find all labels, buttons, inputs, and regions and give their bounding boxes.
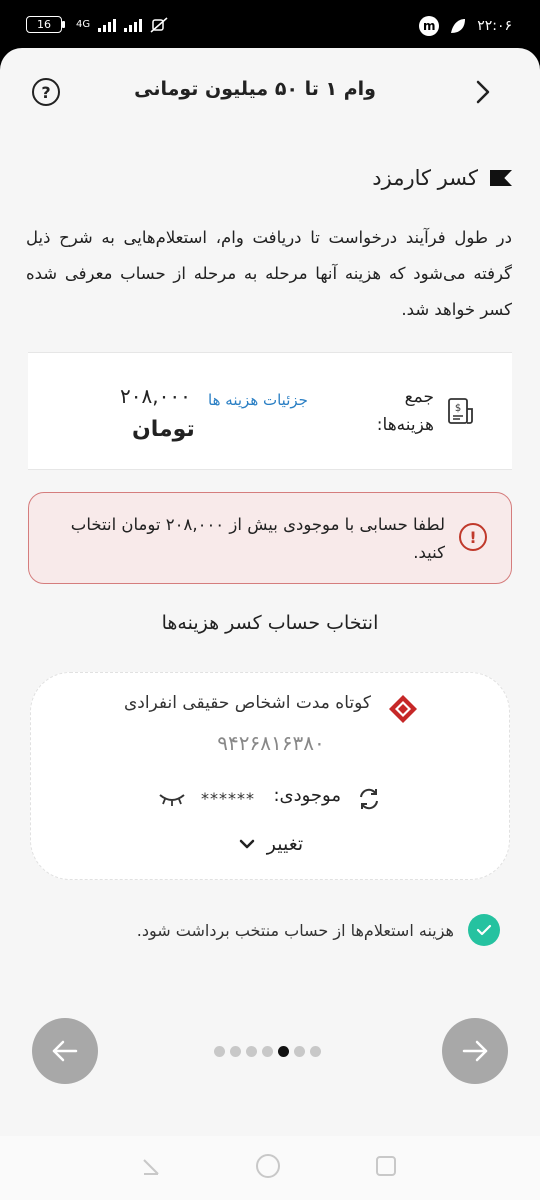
balance-alert: ! لطفا حسابی با موجودی بیش از ۲۰۸,۰۰۰ تو…: [28, 492, 512, 584]
bank-logo-icon: [389, 695, 417, 723]
chevron-down-icon: [239, 839, 255, 849]
fees-label: جمع هزینه‌ها:: [376, 387, 434, 435]
pagination-dot: [246, 1046, 257, 1057]
balance-label: موجودی:: [273, 785, 341, 806]
status-right: m ۲۲:۰۶: [419, 16, 512, 36]
pagination-dot: [214, 1046, 225, 1057]
battery-indicator: 16: [26, 16, 65, 33]
account-card[interactable]: کوتاه مدت اشخاص حقیقی انفرادی ۹۴۲۶۸۱۶۳۸۰…: [30, 672, 510, 880]
consent-row[interactable]: هزینه استعلام‌ها از حساب منتخب برداشت شو…: [137, 914, 500, 946]
nav-home-icon[interactable]: [256, 1154, 280, 1178]
help-glyph: ?: [41, 82, 51, 102]
alert-text: لطفا حسابی با موجودی بیش از ۲۰۸,۰۰۰ توما…: [70, 515, 445, 562]
account-number: ۹۴۲۶۸۱۶۳۸۰: [217, 731, 325, 755]
help-icon[interactable]: ?: [32, 78, 60, 106]
next-button[interactable]: [442, 1018, 508, 1084]
arrow-right-icon: [462, 1040, 488, 1062]
section-title-text: کسر کارمزد: [372, 166, 478, 190]
svg-text:$: $: [455, 403, 461, 414]
back-icon[interactable]: [472, 80, 492, 104]
pagination-dot: [278, 1046, 289, 1057]
change-account-button[interactable]: تغییر: [31, 833, 511, 855]
header: ? وام ۱ تا ۵۰ میلیون تومانی: [0, 48, 540, 136]
section-title: کسر کارمزد: [372, 166, 512, 190]
refresh-icon[interactable]: [355, 785, 383, 813]
main-sheet: ? وام ۱ تا ۵۰ میلیون تومانی کسر کارمزد د…: [0, 48, 540, 1136]
fees-card: $ جمع هزینه‌ها: جزئیات هزینه ها ۲۰۸,۰۰۰ …: [28, 352, 512, 470]
check-icon: [476, 924, 492, 936]
account-name: کوتاه مدت اشخاص حقیقی انفرادی: [123, 693, 371, 713]
signal-icon: [98, 18, 117, 32]
nav-back-icon[interactable]: [142, 1158, 160, 1176]
balance-value: ******: [201, 789, 255, 808]
fee-details-link[interactable]: جزئیات هزینه ها: [208, 387, 308, 413]
page-title: وام ۱ تا ۵۰ میلیون تومانی: [134, 78, 376, 100]
warning-icon: !: [459, 523, 487, 551]
mute-icon: [150, 16, 168, 33]
pagination-dots: [214, 1046, 321, 1057]
section-description: در طول فرآیند درخواست تا دریافت وام، است…: [26, 228, 512, 319]
invoice-icon: $: [448, 398, 473, 424]
clock: ۲۲:۰۶: [477, 18, 512, 34]
account-select-title: انتخاب حساب کسر هزینه‌ها: [161, 612, 379, 634]
flag-icon: [490, 170, 512, 186]
status-bar: 16 4G m ۲۲:۰۶: [0, 0, 540, 50]
consent-checkbox[interactable]: [468, 914, 500, 946]
change-label: تغییر: [266, 833, 304, 855]
consent-text: هزینه استعلام‌ها از حساب منتخب برداشت شو…: [136, 920, 454, 940]
warning-glyph: !: [469, 527, 477, 547]
arrow-left-icon: [52, 1040, 78, 1062]
fees-amount: ۲۰۸,۰۰۰: [120, 384, 191, 408]
pagination-dot: [262, 1046, 273, 1057]
pagination-dot: [310, 1046, 321, 1057]
network-type: 4G: [76, 18, 91, 30]
app-notification-icon: m: [419, 16, 440, 36]
system-nav-bar: [0, 1136, 540, 1200]
pagination-dot: [294, 1046, 305, 1057]
previous-button[interactable]: [32, 1018, 98, 1084]
status-left: 16 4G: [26, 16, 168, 33]
leaf-icon: [451, 19, 466, 33]
signal-icon-2: [124, 18, 143, 32]
fees-unit: تومان: [132, 417, 195, 442]
eye-closed-icon[interactable]: [157, 789, 187, 809]
nav-recent-icon[interactable]: [376, 1156, 396, 1176]
pagination-dot: [230, 1046, 241, 1057]
balance-row: موجودی: ******: [31, 783, 511, 815]
battery-level: 16: [37, 18, 51, 31]
